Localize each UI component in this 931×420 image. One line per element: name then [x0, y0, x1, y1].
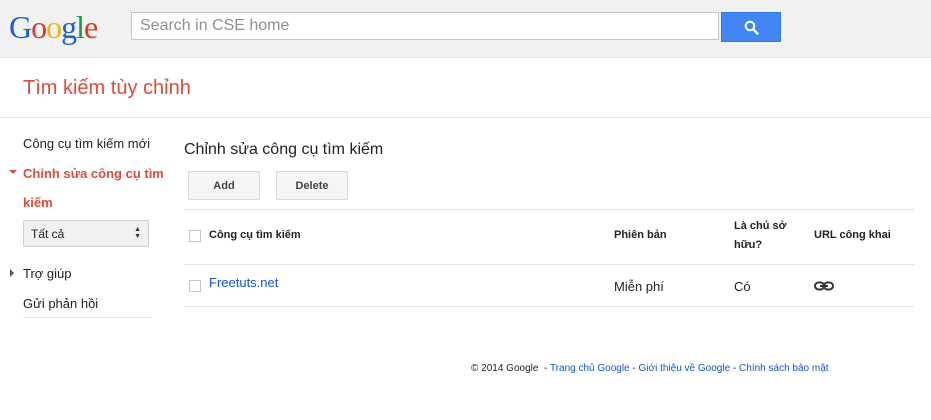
- collapsed-arrow-icon: [10, 269, 14, 277]
- engine-filter-select[interactable]: Tất cả ▲ ▼: [23, 220, 149, 247]
- section-title: Chỉnh sửa công cụ tìm kiếm: [184, 141, 384, 158]
- footer-separator: -: [632, 363, 636, 374]
- footer-link-about-google[interactable]: Giới thiệu về Google: [639, 363, 731, 374]
- search-box: [131, 12, 719, 40]
- edition-cell: Miễn phí: [614, 279, 664, 294]
- delete-button[interactable]: Delete: [276, 171, 348, 200]
- select-arrows-icon: ▲ ▼: [134, 226, 141, 240]
- column-header-edition[interactable]: Phiên bản: [614, 226, 667, 245]
- search-icon: [744, 20, 759, 35]
- search-input[interactable]: [132, 13, 718, 39]
- engine-link[interactable]: Freetuts.net: [209, 275, 278, 290]
- engine-filter-value: Tất cả: [31, 227, 65, 241]
- column-header-owner[interactable]: Là chủ sở hữu?: [734, 217, 796, 255]
- search-button[interactable]: [721, 12, 781, 42]
- footer-link-privacy[interactable]: Chính sách bảo mật: [739, 363, 829, 374]
- sidebar-item-feedback[interactable]: Gửi phản hồi: [23, 296, 98, 311]
- row-checkbox[interactable]: [189, 280, 201, 292]
- title-bar: Tìm kiếm tùy chỉnh: [0, 58, 931, 118]
- top-bar: Google: [0, 0, 931, 58]
- sidebar-item-edit-engine[interactable]: Chỉnh sửa công cụ tìm kiếm: [23, 159, 173, 217]
- column-header-engine[interactable]: Công cụ tìm kiếm: [209, 226, 301, 245]
- footer-separator: -: [543, 363, 548, 374]
- footer: © 2014 Google - Trang chủ Google - Giới …: [471, 363, 829, 374]
- table-bottom-divider: [184, 306, 914, 307]
- table-top-divider: [184, 209, 914, 210]
- sidebar-item-help[interactable]: Trợ giúp: [23, 266, 72, 281]
- footer-separator: -: [732, 363, 737, 374]
- footer-link-google-home[interactable]: Trang chủ Google: [550, 363, 630, 374]
- select-all-checkbox[interactable]: [189, 230, 201, 242]
- google-logo[interactable]: Google: [9, 10, 98, 44]
- owner-cell: Có: [734, 279, 751, 294]
- column-header-public-url: URL công khai: [814, 229, 891, 241]
- expanded-arrow-icon: [9, 170, 17, 174]
- table-header-divider: [184, 264, 914, 265]
- copyright-text: © 2014 Google: [471, 363, 539, 374]
- sidebar-divider: [23, 317, 152, 318]
- sidebar-item-new-engine[interactable]: Công cụ tìm kiếm mới: [23, 136, 150, 151]
- link-icon[interactable]: [814, 281, 834, 291]
- add-button[interactable]: Add: [188, 171, 260, 200]
- page-title[interactable]: Tìm kiếm tùy chỉnh: [23, 77, 191, 100]
